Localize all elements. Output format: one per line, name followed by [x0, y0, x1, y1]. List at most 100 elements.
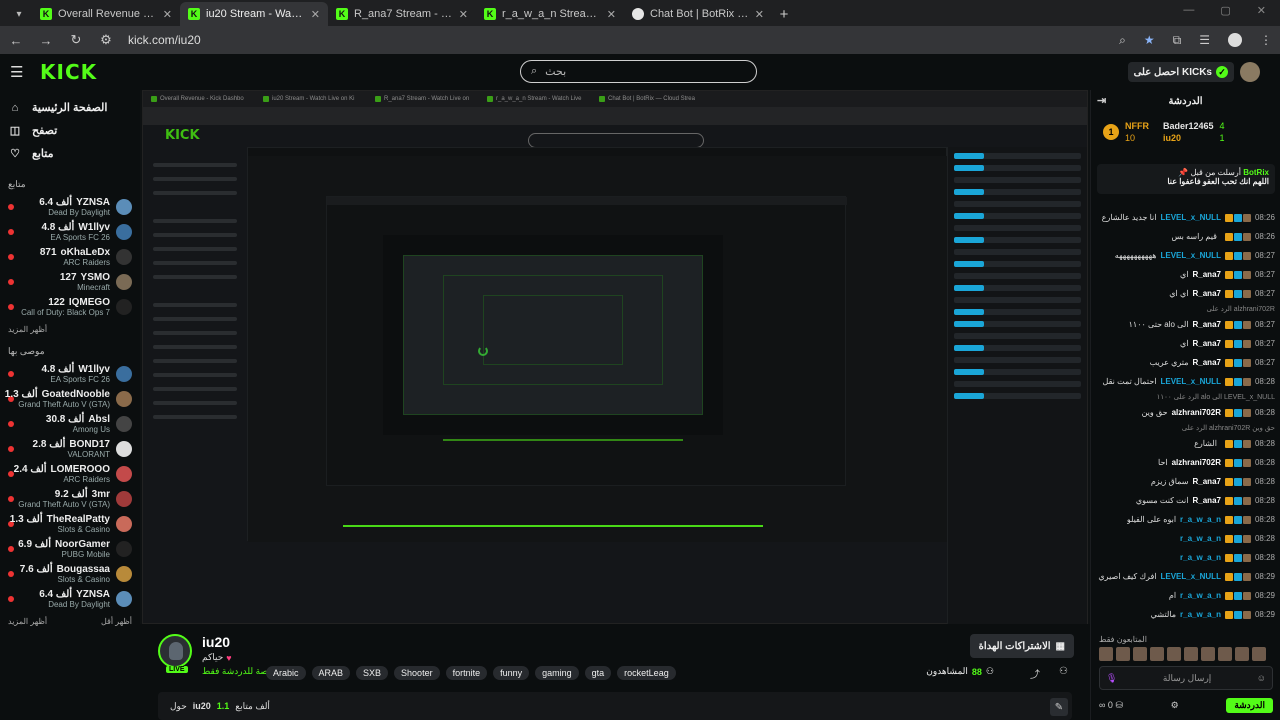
sidebar-channel[interactable]: 9.2 ألف 3mr Grand Theft Auto V (GTA): [0, 486, 140, 511]
chat-message[interactable]: 08:28 alzhrani702R احا: [1091, 453, 1280, 472]
sidebar-channel[interactable]: 7.6 ألف Bougassaa Slots & Casino: [0, 561, 140, 586]
browser-tab[interactable]: Kiu20 Stream - Watch Live on Ki ✕: [180, 2, 328, 26]
reload-icon[interactable]: ↻: [68, 32, 84, 48]
kick-logo[interactable]: KICK: [40, 60, 97, 84]
gift-subs-button[interactable]: الاشتراكات الهداة ▦: [969, 634, 1074, 658]
chat-message[interactable]: 08:28 LEVEL_x_NULL احتمال تمت نقل: [1091, 372, 1280, 391]
emote[interactable]: [1235, 647, 1249, 661]
extensions-icon[interactable]: ⧉: [1173, 33, 1182, 48]
close-window-icon[interactable]: ✕: [1257, 4, 1266, 17]
chat-message[interactable]: 08:29 LEVEL_x_NULL افرك كيف اصيري: [1091, 567, 1280, 586]
browser-tab[interactable]: Chat Bot | BotRix — Cloud Strea ✕: [624, 2, 772, 26]
tab-search-icon[interactable]: ▾: [6, 2, 32, 26]
video-player[interactable]: Overall Revenue - Kick Dashbo iu20 Stream…: [140, 90, 1090, 624]
browser-tab[interactable]: K Overall Revenue - Kick Dashbo ✕: [32, 2, 180, 26]
close-tab-icon[interactable]: ✕: [459, 8, 468, 21]
profile-avatar[interactable]: [1228, 33, 1242, 47]
zoom-icon[interactable]: ⌕: [1119, 33, 1126, 48]
emote[interactable]: [1150, 647, 1164, 661]
emote[interactable]: [1167, 647, 1181, 661]
back-icon[interactable]: ←: [8, 33, 24, 48]
sidebar-nav-item[interactable]: ◫ تصفح: [0, 119, 140, 142]
chat-message[interactable]: 08:28 r_a_w_a_n: [1091, 548, 1280, 567]
tag-chip[interactable]: SXB: [356, 666, 389, 680]
message-user[interactable]: R_ana7: [1193, 477, 1221, 486]
tag-chip[interactable]: funny: [493, 666, 530, 680]
show-more-following[interactable]: أظهر المزيد: [0, 319, 140, 340]
follow-user-icon[interactable]: ⚇: [1059, 666, 1068, 677]
send-chat-button[interactable]: الدردشة: [1226, 697, 1273, 713]
sidebar-channel[interactable]: 871 oKhaLeDx ARC Raiders: [0, 244, 140, 269]
message-user[interactable]: LEVEL_x_NULL: [1161, 213, 1221, 222]
browser-tab[interactable]: K R_ana7 Stream - Watch Live on ✕: [328, 2, 476, 26]
chat-message[interactable]: 08:27 LEVEL_x_NULL ههههههههههه: [1091, 246, 1280, 265]
url-field[interactable]: kick.com/iu20: [128, 33, 1105, 47]
emote[interactable]: [1201, 647, 1215, 661]
sidebar-channel[interactable]: 30.8 ألف Absl Among Us: [0, 411, 140, 436]
edit-icon[interactable]: ✎: [1050, 698, 1068, 716]
emote[interactable]: [1099, 647, 1113, 661]
sidebar-channel[interactable]: 4.8 ألف W1llyv EA Sports FC 26: [0, 219, 140, 244]
show-more-button[interactable]: أظهر المزيد: [8, 617, 47, 626]
sidebar-channel[interactable]: 1.3 ألف TheRealPatty Slots & Casino: [0, 511, 140, 536]
sidebar-channel[interactable]: 2.4 ألف LOMEROOO ARC Raiders: [0, 461, 140, 486]
chat-message[interactable]: 08:27 R_ana7 اي اي: [1091, 284, 1280, 303]
menu-icon[interactable]: ⋮: [1260, 33, 1272, 47]
message-user[interactable]: r_a_w_a_n: [1180, 534, 1221, 543]
message-user[interactable]: R_ana7: [1193, 339, 1221, 348]
tag-chip[interactable]: Shooter: [394, 666, 440, 680]
maximize-icon[interactable]: ▢: [1220, 4, 1230, 17]
collapse-chat-icon[interactable]: ⇥: [1097, 94, 1106, 107]
chat-message[interactable]: 08:28 R_ana7 سماق زيزم: [1091, 472, 1280, 491]
emote[interactable]: [1218, 647, 1232, 661]
browser-tab[interactable]: Kr_a_w_a_n Stream - Watch Live ✕: [476, 2, 624, 26]
chat-message[interactable]: 08:28 الشارع: [1091, 434, 1280, 453]
sidebar-nav-item[interactable]: ⌂ الصفحة الرئيسية: [0, 96, 140, 119]
chat-message[interactable]: 08:27 R_ana7 متري عريب: [1091, 353, 1280, 372]
sidebar-channel[interactable]: 6.4 ألف YZNSA Dead By Daylight: [0, 586, 140, 611]
emote[interactable]: [1133, 647, 1147, 661]
chat-message[interactable]: 08:28 alzhrani702R حق وين: [1091, 403, 1280, 422]
get-kicks-button[interactable]: احصل على KICKs ✓: [1127, 62, 1234, 82]
message-user[interactable]: R_ana7: [1193, 496, 1221, 505]
chat-message[interactable]: 08:27 R_ana7 اي: [1091, 334, 1280, 353]
tag-chip[interactable]: gaming: [535, 666, 579, 680]
pin-icon[interactable]: 📌: [1178, 168, 1188, 177]
close-tab-icon[interactable]: ✕: [755, 8, 764, 21]
message-user[interactable]: R_ana7: [1193, 289, 1221, 298]
site-info-icon[interactable]: ⚙: [98, 32, 114, 48]
user-avatar[interactable]: [1240, 62, 1260, 82]
streamer-name[interactable]: iu20: [202, 634, 230, 650]
pinned-message[interactable]: 📌 أرسلت من قبل BotRix اللهم انك تحب العف…: [1097, 164, 1275, 194]
emote[interactable]: [1184, 647, 1198, 661]
mic-icon[interactable]: 🎙: [1106, 673, 1117, 684]
forward-icon[interactable]: →: [38, 33, 54, 48]
message-user[interactable]: R_ana7: [1193, 320, 1221, 329]
message-user[interactable]: LEVEL_x_NULL: [1161, 377, 1221, 386]
message-user[interactable]: LEVEL_x_NULL: [1161, 572, 1221, 581]
emote[interactable]: [1116, 647, 1130, 661]
message-user[interactable]: R_ana7: [1193, 270, 1221, 279]
close-tab-icon[interactable]: ✕: [311, 8, 320, 21]
hamburger-icon[interactable]: ☰: [10, 63, 26, 81]
tag-chip[interactable]: Arabic: [266, 666, 306, 680]
bookmark-star-icon[interactable]: ★: [1144, 33, 1155, 47]
show-less-button[interactable]: أظهر أقل: [101, 617, 132, 626]
chat-message[interactable]: 08:27 R_ana7 اي: [1091, 265, 1280, 284]
close-tab-icon[interactable]: ✕: [607, 8, 616, 21]
message-user[interactable]: r_a_w_a_n: [1180, 610, 1221, 619]
chat-message[interactable]: 08:29 r_a_w_a_n ام: [1091, 586, 1280, 605]
sidebar-channel[interactable]: 4.8 ألف W1llyv EA Sports FC 26: [0, 361, 140, 386]
message-user[interactable]: alzhrani702R: [1172, 458, 1221, 467]
minimize-icon[interactable]: —: [1183, 4, 1194, 17]
message-user[interactable]: r_a_w_a_n: [1180, 515, 1221, 524]
sidebar-channel[interactable]: 6.4 ألف YZNSA Dead By Daylight: [0, 194, 140, 219]
chat-message[interactable]: 08:26 قيم راسه بس: [1091, 227, 1280, 246]
sidebar-channel[interactable]: 2.8 ألف BOND17 VALORANT: [0, 436, 140, 461]
chat-message[interactable]: 08:28 r_a_w_a_n: [1091, 529, 1280, 548]
points-display[interactable]: ∞ 0 ⛁: [1099, 700, 1123, 711]
message-user[interactable]: LEVEL_x_NULL: [1161, 251, 1221, 260]
message-user[interactable]: alzhrani702R: [1172, 408, 1221, 417]
media-icon[interactable]: ☰: [1199, 33, 1210, 47]
chat-message[interactable]: 08:27 R_ana7 حتى ١١٠٠ alo الى: [1091, 315, 1280, 334]
